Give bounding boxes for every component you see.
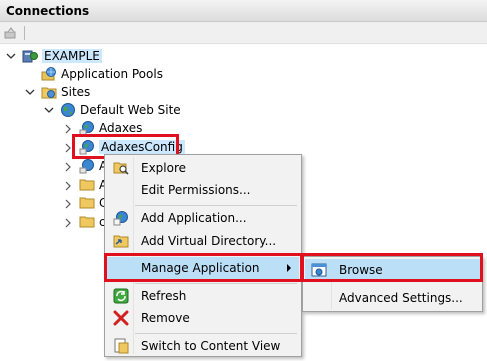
chevron-right-icon[interactable] xyxy=(63,124,73,134)
tree-node-label: Application Pools xyxy=(61,67,163,81)
chevron-down-icon[interactable] xyxy=(6,51,16,61)
add-application-icon xyxy=(113,211,128,226)
web-application-icon xyxy=(79,159,94,174)
menu-item-label: Advanced Settings... xyxy=(339,291,463,305)
menu-item-label: Add Virtual Directory... xyxy=(141,234,277,248)
tree-node-label: Default Web Site xyxy=(80,103,181,117)
menu-separator xyxy=(135,333,297,334)
menu-item-label: Add Application... xyxy=(141,211,247,225)
menu-item-label: Explore xyxy=(141,161,187,175)
chevron-right-icon[interactable] xyxy=(63,162,73,172)
connect-icon[interactable] xyxy=(3,25,19,41)
toolbar-separator xyxy=(24,26,25,40)
chevron-right-icon[interactable] xyxy=(63,181,73,191)
panel-title: Connections xyxy=(6,4,90,18)
chevron-down-icon[interactable] xyxy=(44,105,54,115)
connections-panel-header: Connections xyxy=(0,0,487,22)
chevron-right-icon[interactable] xyxy=(63,199,73,209)
tree-node-server[interactable]: EXAMPLE xyxy=(22,46,102,66)
menu-separator xyxy=(135,205,297,206)
menu-item-label: Edit Permissions... xyxy=(141,183,251,197)
globe-icon xyxy=(61,103,75,117)
menu-item-label: Remove xyxy=(141,311,190,325)
tree-node-label: Adaxes xyxy=(99,121,143,135)
connections-toolbar xyxy=(0,22,487,44)
chevron-down-icon[interactable] xyxy=(25,87,35,97)
menu-item-add-application[interactable]: Add Application... xyxy=(107,207,299,229)
application-pools-icon xyxy=(41,67,56,81)
server-icon xyxy=(22,50,38,63)
folder-icon xyxy=(79,197,95,209)
remove-icon xyxy=(113,310,129,326)
highlight-box-manage-application xyxy=(104,253,304,282)
tree-node-default-web-site[interactable]: Default Web Site xyxy=(60,100,181,120)
sites-folder-icon xyxy=(41,87,57,99)
tree-node-partial[interactable]: A xyxy=(79,175,107,195)
tree-node-partial[interactable]: c xyxy=(79,212,106,232)
tree-node-partial[interactable]: A xyxy=(79,156,107,176)
add-virtual-directory-icon xyxy=(113,235,129,248)
menu-item-refresh[interactable]: Refresh xyxy=(107,285,299,307)
tree-node-label: EXAMPLE xyxy=(42,49,102,63)
menu-item-explore[interactable]: Explore xyxy=(107,157,299,179)
highlight-box-browse xyxy=(300,253,483,282)
menu-item-add-virtual-directory[interactable]: Add Virtual Directory... xyxy=(107,230,299,252)
content-view-icon xyxy=(114,338,129,354)
menu-item-switch-to-content-view[interactable]: Switch to Content View xyxy=(107,335,299,357)
explore-icon xyxy=(113,162,129,175)
folder-icon xyxy=(79,216,95,228)
menu-item-label: Refresh xyxy=(141,289,187,303)
menu-item-remove[interactable]: Remove xyxy=(107,307,299,329)
menu-item-label: Switch to Content View xyxy=(141,339,281,353)
chevron-right-icon[interactable] xyxy=(63,218,73,228)
menu-separator xyxy=(135,283,297,284)
folder-icon xyxy=(79,179,95,191)
menu-item-advanced-settings[interactable]: Advanced Settings... xyxy=(305,287,480,309)
tree-node-sites[interactable]: Sites xyxy=(41,82,90,102)
tree-node-label: Sites xyxy=(61,85,91,99)
menu-item-edit-permissions[interactable]: Edit Permissions... xyxy=(107,179,299,201)
refresh-icon xyxy=(113,288,129,304)
tree-node-application-pools[interactable]: Application Pools xyxy=(41,64,163,84)
